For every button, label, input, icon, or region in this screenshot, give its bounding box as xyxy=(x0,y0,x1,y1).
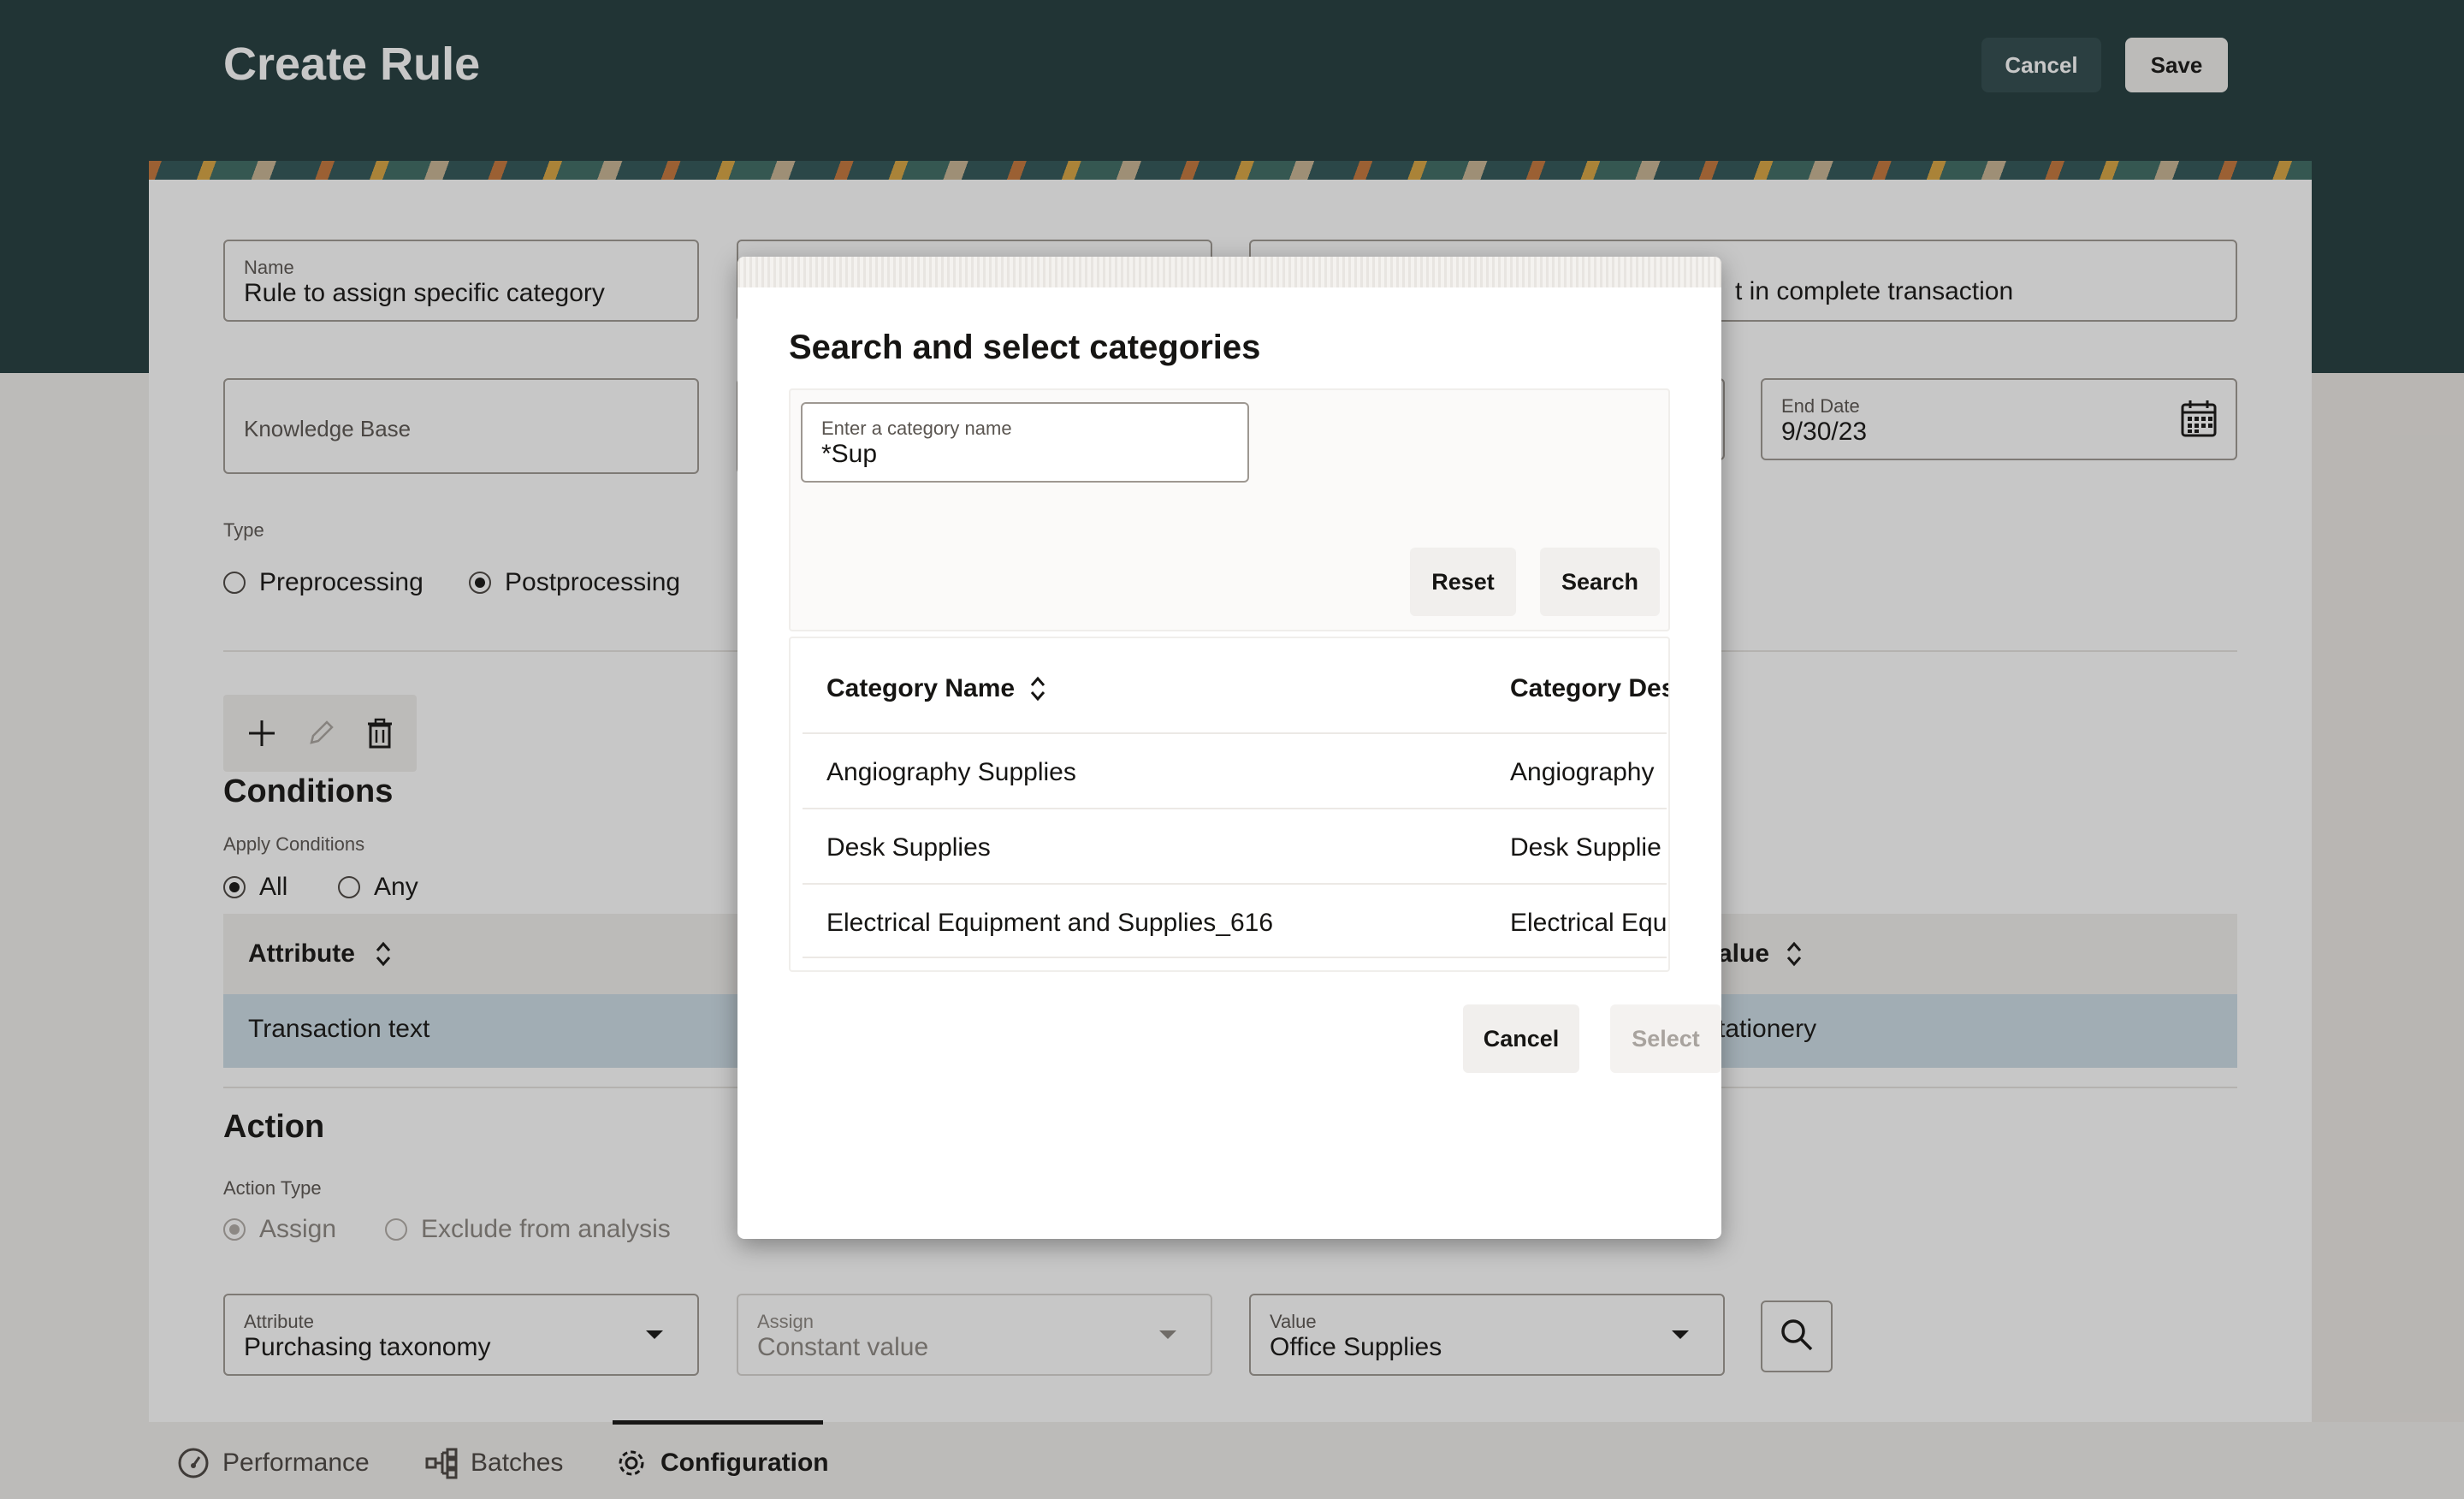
category-name-column-header[interactable]: Category Name xyxy=(826,674,1015,703)
search-categories-dialog: Search and select categories Enter a cat… xyxy=(737,257,1721,1239)
sort-icon[interactable] xyxy=(1028,674,1047,708)
category-description-cell: Desk Supplie xyxy=(1510,833,1661,862)
results-table: Category Name Category Des Angiography S… xyxy=(789,637,1670,972)
category-name-label: Enter a category name xyxy=(821,418,1012,439)
category-name-cell: Electrical Equipment and Supplies_616 xyxy=(826,909,1273,937)
table-row[interactable]: Angiography Supplies Angiography xyxy=(803,732,1667,808)
search-button[interactable]: Search xyxy=(1540,548,1660,616)
reset-button[interactable]: Reset xyxy=(1410,548,1516,616)
dialog-cancel-button[interactable]: Cancel xyxy=(1463,1004,1579,1073)
category-description-column-header[interactable]: Category Des xyxy=(1510,674,1668,703)
table-row[interactable]: Electrical Equipment and Supplies_616 El… xyxy=(803,883,1667,958)
category-name-value: *Sup xyxy=(821,440,878,468)
category-description-cell: Electrical Equ xyxy=(1510,909,1667,937)
dialog-title: Search and select categories xyxy=(789,329,1261,366)
category-name-input[interactable]: Enter a category name *Sup xyxy=(801,402,1249,483)
dialog-select-button[interactable]: Select xyxy=(1610,1004,1721,1073)
category-description-cell: Angiography xyxy=(1510,758,1655,786)
dialog-decorative-header xyxy=(737,257,1721,287)
category-name-cell: Angiography Supplies xyxy=(826,758,1076,786)
table-row[interactable]: Desk Supplies Desk Supplie xyxy=(803,808,1667,883)
category-name-cell: Desk Supplies xyxy=(826,833,991,862)
